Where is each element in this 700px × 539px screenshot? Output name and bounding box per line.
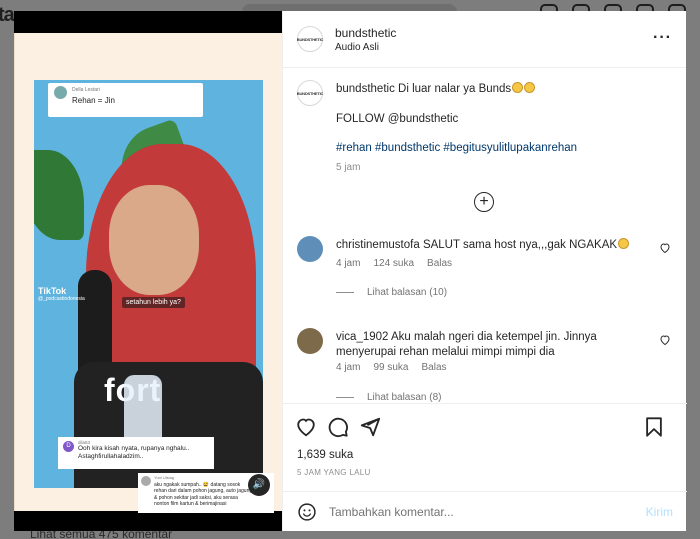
comment-time: 4 jam	[336, 258, 361, 269]
caption-follow: FOLLOW @bundsthetic	[336, 113, 459, 125]
emoji-icon[interactable]	[297, 502, 317, 522]
audio-label[interactable]: Audio Asli	[335, 42, 379, 53]
caption-text: Di luar nalar ya Bunds	[398, 83, 512, 95]
add-comment-bar: Kirim	[283, 491, 687, 531]
water-bottle	[124, 375, 162, 445]
comments-scroll-area[interactable]: BUNDSTHETIC bundsthetic Di luar nalar ya…	[283, 68, 687, 403]
overlay-comment: D dila83 Ooh kira kisah nyata, rupanya n…	[58, 437, 214, 469]
laughing-emoji-icon	[512, 82, 524, 93]
plus-circle-icon[interactable]: +	[474, 192, 494, 212]
view-replies-button[interactable]: Lihat balasan (10)	[336, 287, 447, 298]
heart-icon[interactable]	[295, 416, 317, 438]
post-modal: fort Della Lestari Rehan = Jin TikTok @_…	[14, 11, 687, 531]
likes-count[interactable]: 1,639 suka	[297, 449, 353, 461]
tiktok-watermark: TikTok @_podcastindonesia	[38, 286, 85, 302]
comment-likes[interactable]: 99 suka	[373, 362, 408, 373]
avatar[interactable]	[297, 328, 323, 354]
bookmark-icon[interactable]	[643, 416, 665, 438]
avatar	[141, 476, 151, 486]
post-username[interactable]: bundsthetic	[335, 26, 396, 40]
person-shirt	[74, 362, 263, 488]
share-icon[interactable]	[359, 416, 381, 438]
video-caption: setahun lebih ya?	[122, 297, 185, 308]
caption-username[interactable]: bundsthetic	[336, 83, 395, 95]
caption-time: 5 jam	[336, 162, 361, 173]
avatar: D	[63, 441, 74, 452]
avatar[interactable]: BUNDSTHETIC	[297, 26, 323, 52]
comment-icon[interactable]	[327, 416, 349, 438]
heart-icon[interactable]	[659, 242, 671, 254]
heart-icon[interactable]	[659, 334, 671, 346]
post-header: BUNDSTHETIC bundsthetic Audio Asli ···	[283, 11, 686, 68]
reply-button[interactable]: Balas	[421, 362, 446, 373]
comment-time: 4 jam	[336, 362, 361, 373]
comment-username[interactable]: christinemustofa	[336, 239, 420, 251]
view-replies-button[interactable]: Lihat balasan (8)	[336, 392, 442, 403]
post-details-panel: BUNDSTHETIC bundsthetic Audio Asli ··· B…	[282, 11, 687, 531]
post-media[interactable]: fort Della Lestari Rehan = Jin TikTok @_…	[14, 11, 282, 531]
post-date: 5 JAM YANG LALU	[297, 468, 371, 477]
comment-likes[interactable]: 124 suka	[373, 258, 414, 269]
laughing-emoji-icon	[524, 82, 536, 93]
reply-button[interactable]: Balas	[427, 258, 452, 269]
avatar[interactable]	[297, 236, 323, 262]
comment-username[interactable]: vica_1902	[336, 331, 388, 343]
avatar[interactable]: BUNDSTHETIC	[297, 80, 323, 106]
person-face	[109, 185, 199, 295]
overlay-top-note: Della Lestari Rehan = Jin	[48, 83, 203, 117]
background-logo: ta	[0, 4, 15, 26]
avatar	[54, 86, 67, 99]
video-frame: fort Della Lestari Rehan = Jin TikTok @_…	[14, 33, 282, 513]
comment-text: SALUT sama host nya,,,gak NGAKAK	[422, 239, 618, 251]
comment-input[interactable]	[329, 501, 629, 523]
post-actions: 1,639 suka 5 JAM YANG LALU	[283, 403, 687, 491]
more-options-icon[interactable]: ···	[653, 29, 672, 47]
caption-hashtags[interactable]: #rehan #bundsthetic #begitusyulitlupakan…	[336, 142, 577, 154]
video-content[interactable]: fort	[34, 80, 263, 488]
speaker-icon[interactable]: 🔊	[248, 474, 270, 496]
laughing-emoji-icon	[618, 238, 630, 249]
post-comment-button[interactable]: Kirim	[646, 505, 673, 519]
